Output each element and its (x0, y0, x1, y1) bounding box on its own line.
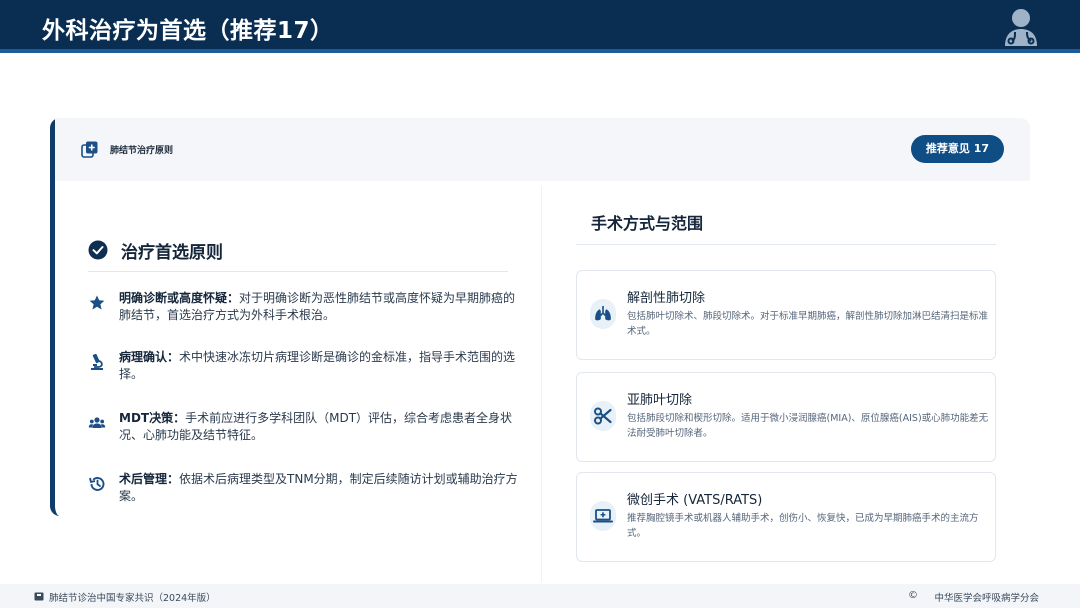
surgery-title: 手术方式与范围 (591, 214, 704, 233)
method-description: 包括肺叶切除术、肺段切除术。对于标准早期肺癌，解剖性肺切除加淋巴结清扫是标准术式… (627, 311, 989, 337)
principles-title: 治疗首选原则 (121, 243, 223, 263)
principle-item: 明确诊断或高度怀疑：对于明确诊断为恶性肺结节或高度怀疑为早期肺癌的肺结节，首选治… (88, 290, 520, 324)
scissors-icon (594, 407, 612, 425)
principle-heading: 病理确认： (119, 350, 180, 364)
document-add-icon (81, 141, 98, 158)
check-circle-icon (88, 240, 108, 260)
surgery-method-card: 微创手术 (VATS/RATS) 推荐胸腔镜手术或机器人辅助手术，创伤小、恢复快… (576, 472, 996, 562)
principle-item: MDT决策：手术前应进行多学科团队（MDT）评估，综合考虑患者全身状况、心肺功能… (88, 410, 520, 444)
method-name: 微创手术 (VATS/RATS) (627, 493, 763, 508)
principle-text: 术中快速冰冻切片病理诊断是确诊的金标准，指导手术范围的选择。 (119, 350, 516, 381)
header-bar: 外科治疗为首选（推荐17） (0, 0, 1080, 53)
method-description: 包括肺段切除和楔形切除。适用于微小浸润腺癌(MIA)、原位腺癌(AIS)或心肺功… (627, 413, 989, 439)
copyright-icon: © (908, 590, 918, 601)
history-icon (89, 477, 105, 491)
microscope-icon (91, 353, 103, 370)
principle-item: 病理确认：术中快速冰冻切片病理诊断是确诊的金标准，指导手术范围的选择。 (88, 349, 520, 383)
book-icon (34, 592, 44, 601)
star-icon (89, 295, 105, 310)
principle-heading: 术后管理： (119, 472, 180, 486)
footer-bar: 肺结节诊治中国专家共识（2024年版） © 中华医学会呼吸病学分会 (0, 584, 1080, 608)
surgery-divider (576, 244, 996, 245)
surgery-method-card: 亚肺叶切除 包括肺段切除和楔形切除。适用于微小浸润腺癌(MIA)、原位腺癌(AI… (576, 372, 996, 462)
users-icon (88, 417, 106, 428)
surgery-method-card: 解剖性肺切除 包括肺叶切除术、肺段切除术。对于标准早期肺癌，解剖性肺切除加淋巴结… (576, 270, 996, 360)
principles-divider (88, 271, 508, 272)
method-name: 亚肺叶切除 (627, 393, 693, 408)
card-top-bar: 肺结节治疗原则 推荐意见 17 (55, 118, 1030, 181)
method-name: 解剖性肺切除 (627, 291, 706, 306)
doctor-avatar-icon (1005, 9, 1037, 46)
column-divider (541, 186, 542, 582)
footer-source: 肺结节诊治中国专家共识（2024年版） (49, 593, 216, 604)
footer-organization: 中华医学会呼吸病学分会 (934, 593, 1039, 604)
principle-text: 依据术后病理类型及TNM分期，制定后续随访计划或辅助治疗方案。 (119, 472, 518, 503)
page-title: 外科治疗为首选（推荐17） (42, 18, 334, 44)
recommendation-button[interactable]: 推荐意见 17 (911, 135, 1004, 163)
principle-item: 术后管理：依据术后病理类型及TNM分期，制定后续随访计划或辅助治疗方案。 (88, 471, 520, 505)
laptop-medical-icon (593, 509, 613, 523)
principle-heading: 明确诊断或高度怀疑： (119, 291, 240, 305)
card-label: 肺结节治疗原则 (110, 146, 174, 156)
lungs-icon (595, 306, 611, 321)
principle-heading: MDT决策： (119, 411, 186, 425)
method-description: 推荐胸腔镜手术或机器人辅助手术，创伤小、恢复快，已成为早期肺癌手术的主流方式。 (627, 513, 979, 539)
